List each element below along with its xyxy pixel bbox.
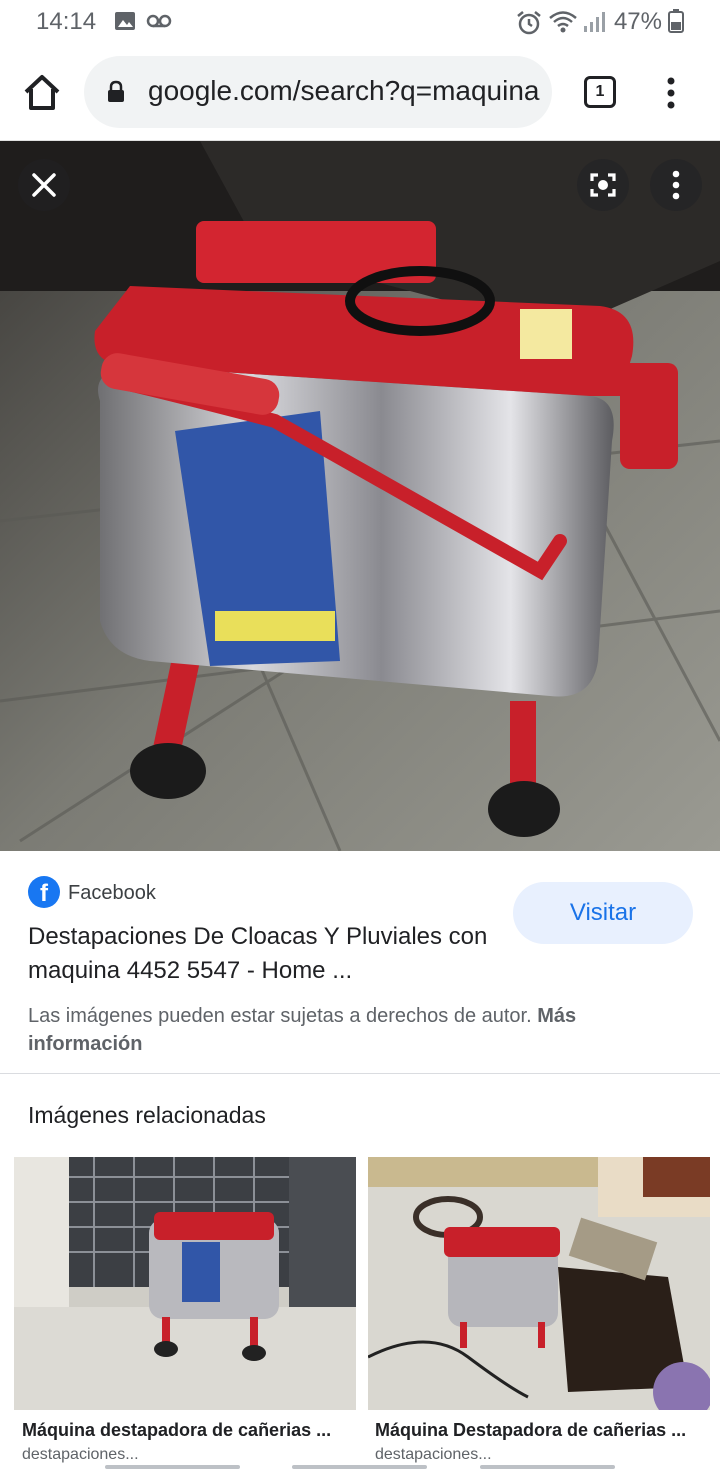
visit-button[interactable]: Visitar — [513, 882, 693, 944]
browser-menu-button[interactable] — [660, 74, 682, 114]
result-image[interactable] — [0, 141, 720, 851]
close-button[interactable] — [18, 159, 70, 211]
more-vert-icon — [672, 170, 680, 200]
related-images-heading: Imágenes relacionadas — [28, 1102, 266, 1128]
alarm-icon — [516, 10, 542, 41]
copyright-text: Las imágenes pueden estar sujetas a dere… — [28, 1005, 532, 1027]
battery-percent: 47% — [613, 8, 662, 35]
status-bar: 14:14 47% — [0, 0, 720, 44]
bottom-sheet-handle — [105, 1465, 240, 1469]
related-image-caption[interactable]: Máquina Destapadora de cañerias ... — [375, 1420, 686, 1441]
related-image-caption[interactable]: Máquina destapadora de cañerias ... — [22, 1420, 331, 1441]
home-icon — [24, 75, 60, 110]
bottom-sheet-handle — [292, 1465, 427, 1469]
image-notification-icon — [114, 10, 136, 37]
related-image-2 — [368, 1157, 710, 1410]
related-image-source: destapaciones... — [375, 1446, 492, 1463]
image-more-button[interactable] — [650, 159, 702, 211]
google-lens-button[interactable] — [577, 159, 629, 211]
battery-icon — [668, 9, 684, 38]
tab-switcher-button[interactable]: 1 — [584, 76, 616, 108]
voicemail-icon — [146, 10, 172, 37]
copyright-notice: Las imágenes pueden estar sujetas a dere… — [28, 1002, 688, 1058]
result-title[interactable]: Destapaciones De Cloacas Y Pluviales con… — [28, 920, 498, 988]
related-image-thumbnail[interactable] — [368, 1157, 710, 1410]
facebook-icon: f — [28, 876, 60, 908]
related-image-thumbnail[interactable] — [14, 1157, 356, 1410]
google-lens-icon — [590, 173, 616, 197]
related-image-source: destapaciones... — [22, 1446, 139, 1463]
bottom-sheet-handle — [480, 1465, 615, 1469]
wifi-icon — [548, 10, 578, 39]
status-time: 14:14 — [36, 8, 97, 35]
more-vert-icon — [667, 77, 675, 109]
url-text: google.com/search?q=maquina — [148, 75, 540, 106]
result-info: f Facebook Destapaciones De Cloacas Y Pl… — [0, 852, 720, 1072]
close-icon — [32, 173, 56, 197]
source-name: Facebook — [68, 882, 156, 904]
drain-machine-photo — [0, 141, 720, 851]
lock-icon — [106, 80, 126, 109]
browser-toolbar: google.com/search?q=maquina 1 — [0, 44, 720, 141]
signal-icon — [582, 10, 606, 39]
home-button[interactable] — [20, 70, 64, 114]
related-image-1 — [14, 1157, 356, 1410]
url-bar[interactable]: google.com/search?q=maquina — [84, 56, 552, 128]
divider — [0, 1073, 720, 1074]
